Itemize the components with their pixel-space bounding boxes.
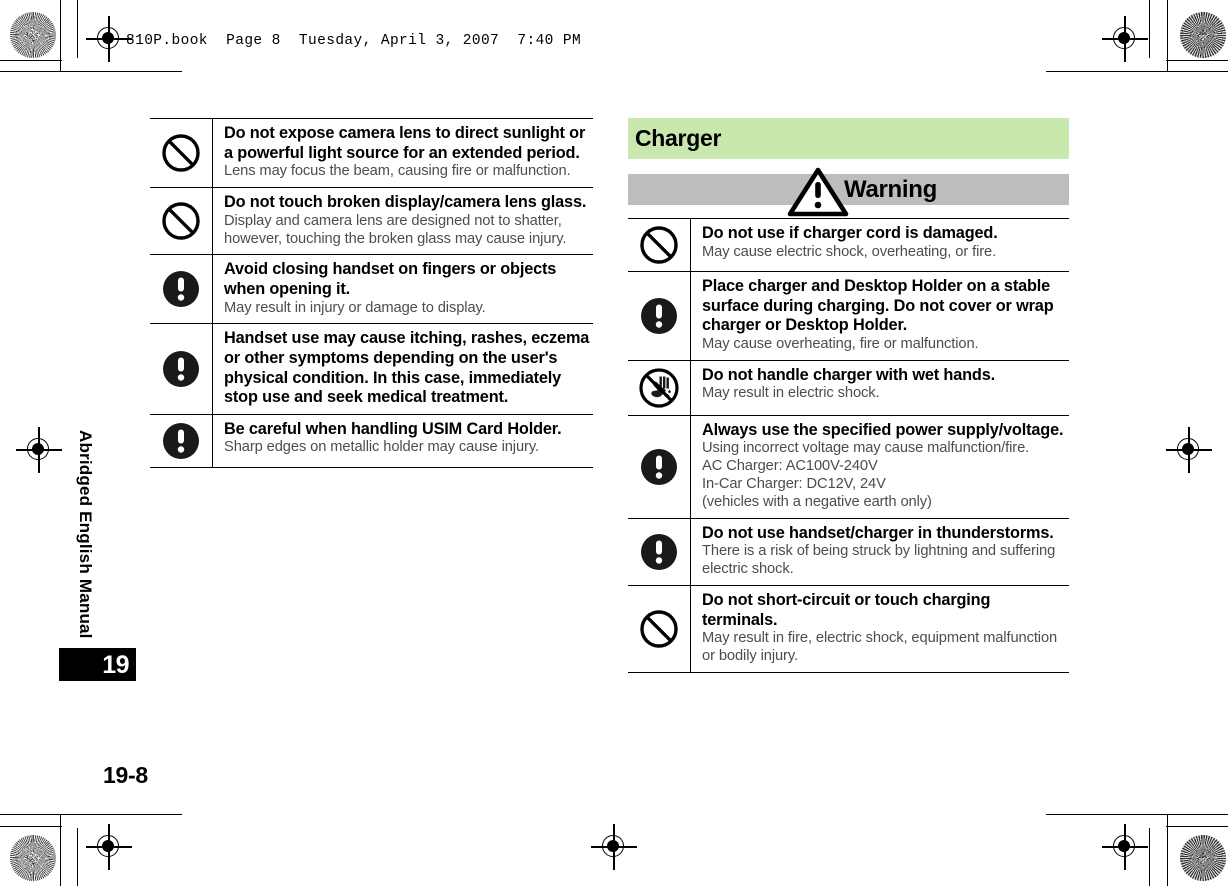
table-row: Avoid closing handset on fingers or obje… — [150, 254, 594, 324]
mandatory-icon — [628, 415, 691, 519]
registration-mark — [1166, 427, 1212, 473]
row-description: Display and camera lens are designed not… — [224, 212, 567, 247]
row-heading: Handset use may cause itching, rashes, e… — [224, 329, 590, 407]
crop-line — [1046, 814, 1228, 816]
sidebar-chapter-tab: 19 — [59, 648, 136, 681]
crop-line — [77, 828, 79, 886]
table-cell-text: Do not short-circuit or touch charging t… — [691, 586, 1070, 673]
mandatory-icon — [150, 254, 213, 324]
table-row: Do not short-circuit or touch charging t… — [628, 585, 1070, 673]
row-heading: Do not use if charger cord is damaged. — [702, 224, 998, 242]
crop-line — [1166, 826, 1228, 828]
warning-banner: Warning — [628, 167, 1069, 217]
row-heading: Do not short-circuit or touch charging t… — [702, 591, 991, 629]
row-heading: Do not touch broken display/camera lens … — [224, 193, 587, 212]
registration-mark — [86, 824, 132, 870]
row-description: Lens may focus the beam, causing fire or… — [224, 163, 571, 180]
section-header-charger: Charger — [628, 118, 1069, 159]
row-heading: Always use the specified power supply/vo… — [702, 420, 1064, 439]
mandatory-icon — [628, 518, 691, 586]
registration-mark — [16, 427, 62, 473]
sidebar-chapter-number: 19 — [102, 651, 129, 679]
row-description: Sharp edges on metallic holder may cause… — [224, 439, 539, 456]
row-description: Using incorrect voltage may cause malfun… — [702, 440, 1030, 510]
crop-line — [1166, 60, 1228, 62]
table-cell-text: Be careful when handling USIM Card Holde… — [213, 414, 594, 467]
page-number: 19-8 — [103, 762, 148, 788]
prohibition-icon — [150, 187, 213, 255]
crop-line — [1046, 71, 1228, 73]
left-safety-table-container: Do not expose camera lens to direct sunl… — [150, 118, 593, 468]
rosette-mark — [10, 835, 56, 881]
left-safety-table: Do not expose camera lens to direct sunl… — [150, 118, 593, 468]
registration-mark — [591, 824, 637, 870]
row-heading: Place charger and Desktop Holder on a st… — [702, 277, 1054, 335]
table-row: Do not use if charger cord is damaged. M… — [628, 218, 1070, 272]
crop-line — [0, 71, 182, 73]
table-row: Always use the specified power supply/vo… — [628, 415, 1070, 519]
crop-line — [77, 0, 79, 58]
table-cell-text: Always use the specified power supply/vo… — [691, 415, 1070, 518]
rosette-mark — [1180, 835, 1226, 881]
prohibition-icon — [628, 218, 691, 272]
book-header-line: 810P.book Page 8 Tuesday, April 3, 2007 … — [126, 33, 582, 49]
row-description: May cause overheating, fire or malfuncti… — [702, 335, 979, 352]
row-description: May cause electric shock, overheating, o… — [702, 243, 997, 260]
row-heading: Do not handle charger with wet hands. — [702, 365, 995, 384]
table-cell-text: Do not use if charger cord is damaged. M… — [691, 219, 1070, 272]
crop-line — [0, 814, 182, 816]
no-wet-hands-icon — [628, 360, 691, 416]
rosette-mark — [10, 12, 56, 58]
table-cell-text: Do not handle charger with wet hands. Ma… — [691, 360, 1070, 415]
crop-line — [0, 60, 62, 62]
mandatory-icon — [150, 414, 213, 468]
prohibition-icon — [628, 585, 691, 673]
table-row: Do not handle charger with wet hands. Ma… — [628, 360, 1070, 416]
row-description: May result in electric shock. — [702, 385, 880, 402]
table-cell-text: Do not expose camera lens to direct sunl… — [213, 119, 594, 188]
row-heading: Avoid closing handset on fingers or obje… — [224, 260, 557, 298]
mandatory-icon — [628, 271, 691, 361]
warning-label: Warning — [844, 176, 937, 203]
table-row: Handset use may cause itching, rashes, e… — [150, 323, 594, 415]
table-row: Be careful when handling USIM Card Holde… — [150, 414, 594, 468]
right-safety-table: Do not use if charger cord is damaged. M… — [628, 218, 1069, 673]
section-title: Charger — [635, 125, 722, 151]
table-row: Do not expose camera lens to direct sunl… — [150, 118, 594, 188]
warning-triangle-icon — [786, 166, 850, 223]
table-cell-text: Place charger and Desktop Holder on a st… — [691, 272, 1070, 361]
registration-mark — [1102, 824, 1148, 870]
row-description: May result in injury or damage to displa… — [224, 299, 486, 316]
table-row: Do not use handset/charger in thundersto… — [628, 518, 1070, 586]
table-row: Place charger and Desktop Holder on a st… — [628, 271, 1070, 361]
rosette-mark — [1180, 12, 1226, 58]
right-safety-table-container: Do not use if charger cord is damaged. M… — [628, 218, 1069, 673]
crop-line — [60, 814, 62, 886]
table-row: Do not touch broken display/camera lens … — [150, 187, 594, 255]
row-description: There is a risk of being struck by light… — [702, 543, 1056, 578]
crop-line — [1149, 0, 1151, 58]
table-cell-text: Do not use handset/charger in thundersto… — [691, 518, 1070, 585]
row-description: May result in fire, electric shock, equi… — [702, 630, 1058, 665]
row-heading: Do not use handset/charger in thundersto… — [702, 523, 1054, 542]
crop-line — [1149, 828, 1151, 886]
table-cell-text: Avoid closing handset on fingers or obje… — [213, 255, 594, 324]
registration-mark — [1102, 16, 1148, 62]
row-heading: Be careful when handling USIM Card Holde… — [224, 419, 562, 438]
crop-line — [1167, 814, 1169, 886]
prohibition-icon — [150, 118, 213, 188]
sidebar-manual-label: Abridged English Manual — [76, 430, 95, 639]
table-cell-text: Handset use may cause itching, rashes, e… — [213, 324, 594, 414]
table-cell-text: Do not touch broken display/camera lens … — [213, 188, 594, 255]
row-heading: Do not expose camera lens to direct sunl… — [224, 124, 586, 162]
crop-line — [0, 826, 62, 828]
mandatory-icon — [150, 323, 213, 415]
